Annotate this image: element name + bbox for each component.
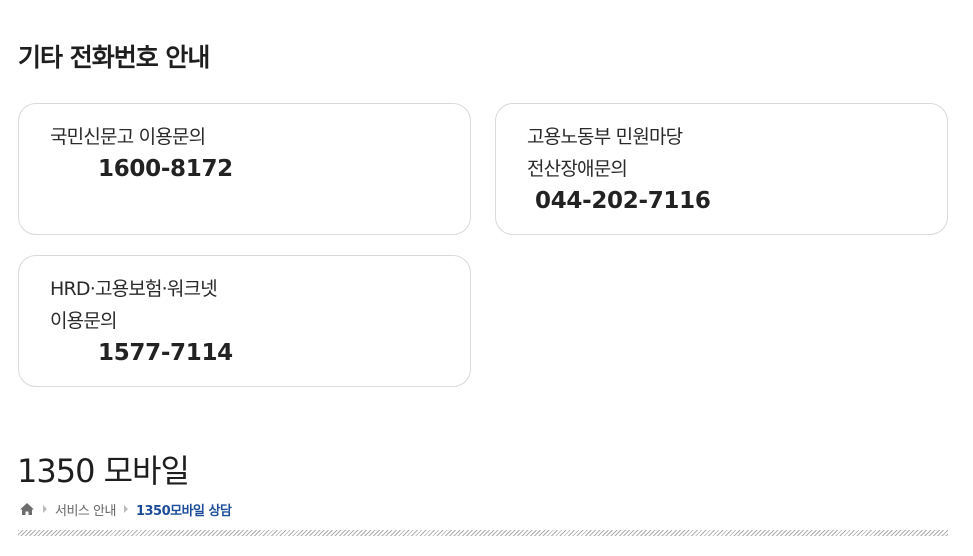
card-label: 국민신문고 이용문의 [50, 126, 206, 148]
phone-card-national-petition: 국민신문고 이용문의 1600-8172 [18, 103, 471, 235]
card-label: 고용노동부 민원마당 [527, 126, 683, 148]
hatched-divider [18, 530, 948, 536]
chevron-right-icon [123, 505, 128, 513]
card-label: HRD·고용보험·워크넷 [50, 278, 218, 300]
breadcrumb: 서비스 안내 1350모바일 상담 [19, 500, 232, 519]
phone-number[interactable]: 1577-7114 [98, 340, 233, 366]
breadcrumb-item-service-guide[interactable]: 서비스 안내 [55, 500, 116, 519]
card-label: 이용문의 [50, 310, 118, 332]
chevron-right-icon [43, 505, 47, 513]
phone-number[interactable]: 044-202-7116 [535, 188, 711, 214]
home-icon[interactable] [19, 501, 35, 517]
phone-number[interactable]: 1600-8172 [98, 156, 233, 182]
phone-card-hrd-worknet: HRD·고용보험·워크넷 이용문의 1577-7114 [18, 255, 471, 387]
section-title: 기타 전화번호 안내 [18, 43, 210, 72]
phone-card-moel-civil: 고용노동부 민원마당 전산장애문의 044-202-7116 [495, 103, 948, 235]
breadcrumb-item-current[interactable]: 1350모바일 상담 [136, 500, 232, 519]
page-title: 1350 모바일 [17, 452, 190, 490]
card-label: 전산장애문의 [527, 158, 628, 180]
